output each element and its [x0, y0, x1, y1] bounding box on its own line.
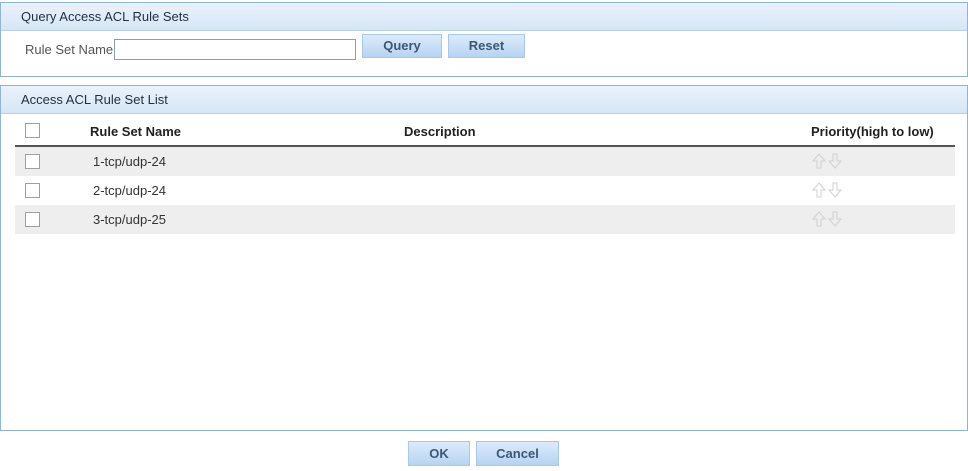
table-row[interactable]: 2-tcp/udp-24 [15, 176, 955, 205]
arrow-up-icon[interactable] [812, 182, 826, 198]
cancel-button[interactable]: Cancel [476, 441, 559, 466]
rule-set-name-cell: 3-tcp/udp-25 [93, 212, 166, 227]
table-row[interactable]: 1-tcp/udp-24 [15, 147, 955, 176]
list-panel-title: Access ACL Rule Set List [1, 86, 967, 114]
arrow-down-icon[interactable] [828, 153, 842, 169]
ok-button[interactable]: OK [408, 441, 470, 466]
rule-set-name-input[interactable] [114, 39, 356, 60]
rule-set-name-cell: 2-tcp/udp-24 [93, 183, 166, 198]
reset-button[interactable]: Reset [448, 34, 525, 58]
list-panel: Access ACL Rule Set List Rule Set Name D… [0, 85, 968, 431]
query-button[interactable]: Query [362, 34, 442, 58]
arrow-up-icon[interactable] [812, 153, 826, 169]
priority-controls [812, 182, 842, 198]
rule-set-name-label: Rule Set Name [25, 42, 114, 57]
row-checkbox[interactable] [25, 183, 40, 198]
priority-controls [812, 211, 842, 227]
select-all-checkbox[interactable] [25, 123, 40, 138]
table-row[interactable]: 3-tcp/udp-25 [15, 205, 955, 234]
column-header-description: Description [404, 124, 476, 139]
rule-set-name-cell: 1-tcp/udp-24 [93, 154, 166, 169]
column-header-priority: Priority(high to low) [811, 124, 934, 139]
row-checkbox[interactable] [25, 212, 40, 227]
rule-set-table: Rule Set Name Description Priority(high … [15, 117, 955, 234]
query-panel-title: Query Access ACL Rule Sets [1, 3, 967, 31]
arrow-down-icon[interactable] [828, 211, 842, 227]
row-checkbox[interactable] [25, 154, 40, 169]
column-header-name[interactable]: Rule Set Name [90, 124, 181, 139]
table-header: Rule Set Name Description Priority(high … [15, 117, 955, 147]
arrow-up-icon[interactable] [812, 211, 826, 227]
priority-controls [812, 153, 842, 169]
arrow-down-icon[interactable] [828, 182, 842, 198]
